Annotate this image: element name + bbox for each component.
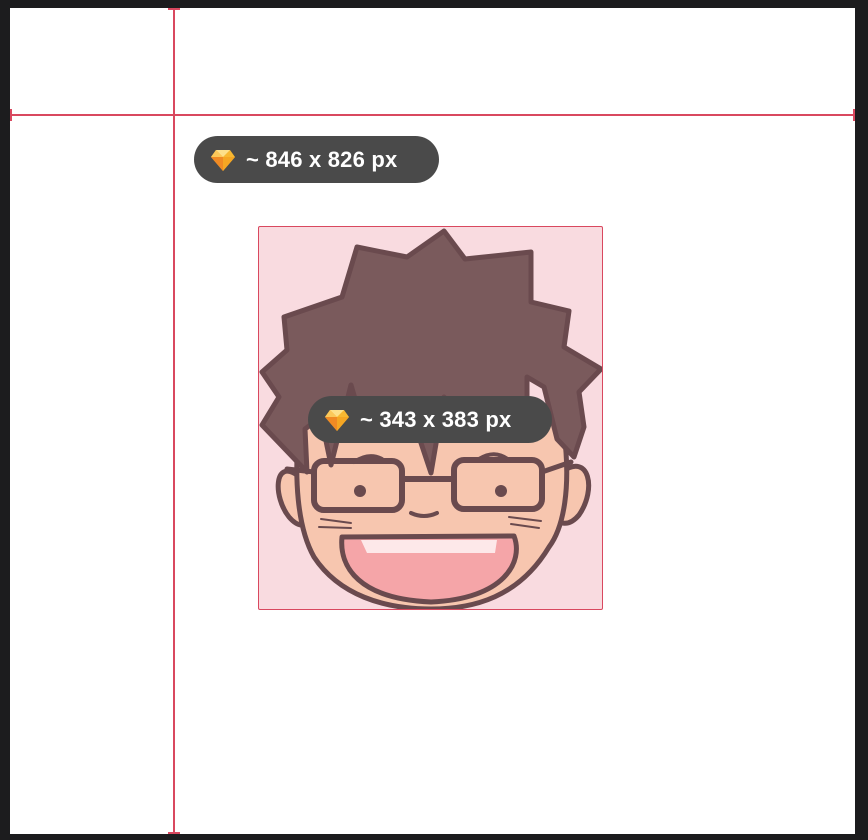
- canvas-size-badge: ~ 846 x 826 px: [194, 136, 439, 183]
- horizontal-guide-line[interactable]: [10, 109, 855, 121]
- vertical-guide-line[interactable]: [168, 8, 180, 834]
- artboard-canvas[interactable]: ~ 846 x 826 px ~ 343 x 383 px: [10, 8, 855, 834]
- canvas-size-label: ~ 846 x 826 px: [246, 146, 398, 172]
- avatar-size-badge: ~ 343 x 383 px: [308, 396, 552, 443]
- avatar-size-label: ~ 343 x 383 px: [360, 406, 512, 432]
- sketch-diamond-icon: [325, 409, 349, 431]
- sketch-diamond-icon: [211, 149, 235, 171]
